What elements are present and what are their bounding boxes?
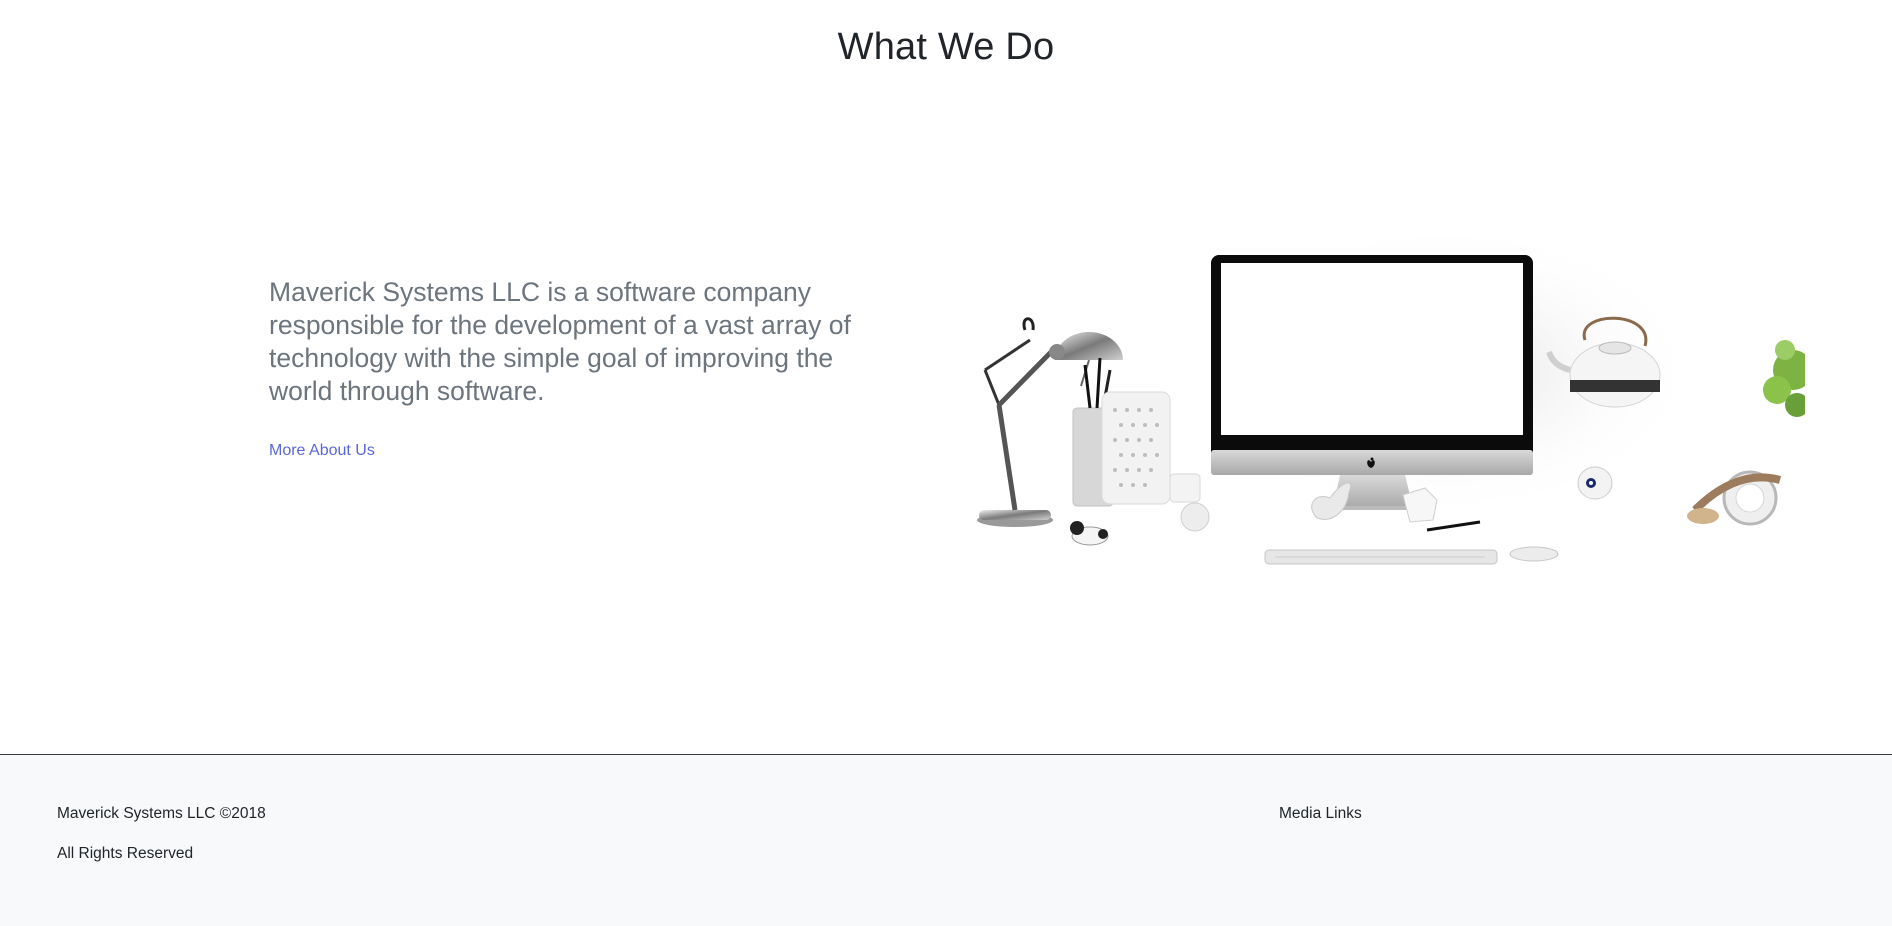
headphones [1687, 470, 1782, 526]
footer-media-links[interactable]: Media Links [1279, 805, 1362, 823]
white-container [1101, 391, 1171, 505]
more-about-us-link[interactable]: More About Us [269, 442, 375, 460]
footer-copyright: Maverick Systems LLC ©2018 [57, 805, 266, 822]
small-box [1169, 473, 1201, 503]
computer-monitor [1211, 255, 1533, 510]
section-title: What We Do [837, 26, 1055, 68]
site-footer: Maverick Systems LLC ©2018 All Rights Re… [0, 754, 1892, 926]
white-ornament [1180, 502, 1210, 532]
keyboard [1264, 549, 1498, 565]
about-description: Maverick Systems LLC is a software compa… [269, 277, 851, 406]
mouse [1509, 546, 1559, 562]
page: What We Do Maverick Systems LLC is a sof… [0, 0, 1892, 926]
pen [1426, 520, 1481, 532]
footer-rights: All Rights Reserved [57, 845, 194, 862]
small-cup [1577, 466, 1613, 500]
green-plant [1763, 340, 1805, 417]
panda-figurine [1070, 521, 1109, 546]
desk-workspace-image [977, 230, 1805, 565]
